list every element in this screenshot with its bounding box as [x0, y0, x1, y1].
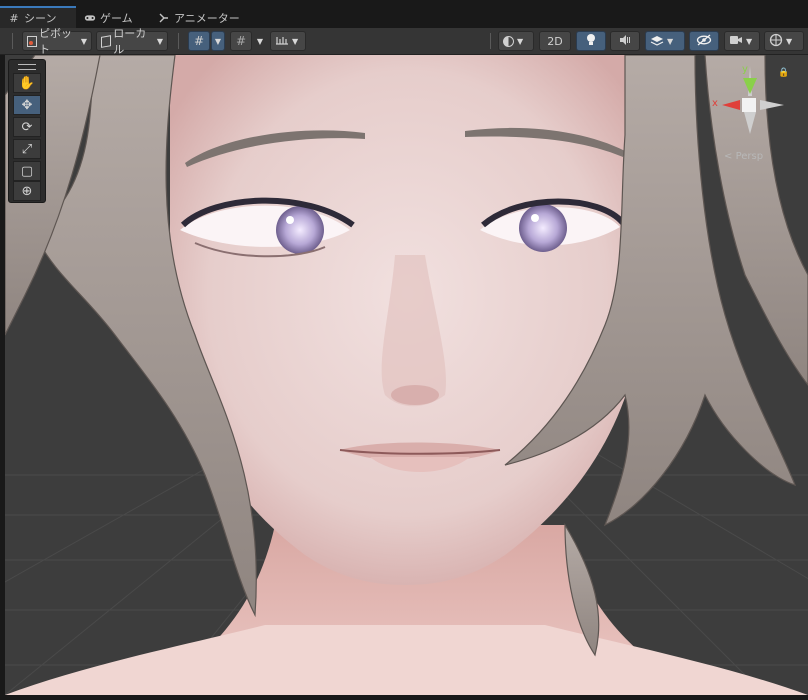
orientation-gizmo[interactable]: y x: [708, 56, 804, 156]
grid-snap-icon: #: [193, 34, 205, 48]
tab-label: シーン: [24, 12, 57, 25]
lightbulb-icon: [586, 33, 596, 49]
palette-drag-handle[interactable]: [18, 64, 36, 70]
local-dropdown[interactable]: ローカル ▼: [96, 27, 168, 56]
toolbar-separator: [178, 33, 179, 49]
perspective-icon: <: [724, 151, 733, 162]
local-label: ローカル: [113, 27, 147, 56]
chevron-down-icon: ▼: [746, 36, 753, 46]
chevron-down-icon: ▼: [214, 36, 222, 46]
lock-icon[interactable]: 🔒: [778, 68, 789, 78]
projection-label: Persp: [735, 151, 764, 162]
chevron-down-icon: ▼: [517, 36, 524, 46]
window-bottom-border: [0, 695, 808, 700]
camera-icon: [729, 35, 743, 48]
move-tool-icon: ✥: [21, 97, 33, 113]
effects-dropdown[interactable]: ▼: [645, 31, 685, 51]
rect-tool-icon: ▢: [20, 163, 34, 179]
increment-snap-toggle[interactable]: #: [230, 31, 252, 51]
pivot-label: ピボット: [38, 27, 72, 56]
tab-bar: # シーン ゲーム アニメーター: [0, 0, 808, 28]
rect-tool-button[interactable]: ▢: [13, 161, 41, 181]
shading-mode-icon: [503, 35, 514, 47]
scene-render: [5, 55, 808, 695]
grid-snap-toggle[interactable]: #: [188, 31, 210, 51]
camera-dropdown[interactable]: ▼: [724, 31, 760, 51]
transform-tool-button[interactable]: ⊕: [13, 181, 41, 201]
gizmos-dropdown[interactable]: ▼: [764, 31, 804, 51]
tab-label: アニメーター: [174, 12, 240, 25]
chevron-down-icon: ▼: [256, 36, 264, 46]
scale-tool-button[interactable]: ⤢: [13, 139, 41, 159]
unity-scene-window: # シーン ゲーム アニメーター ピボット ▼ ローカル ▼ # ▼ # ▼ ▼…: [0, 0, 808, 700]
pivot-icon: [27, 35, 37, 47]
gizmo-graphic: [722, 66, 784, 134]
2d-mode-button[interactable]: 2D: [539, 31, 571, 51]
audio-toggle[interactable]: [610, 31, 640, 51]
tab-animator[interactable]: アニメーター: [158, 8, 240, 28]
2d-mode-label: 2D: [547, 34, 563, 48]
ruler-dropdown[interactable]: ▼: [270, 31, 306, 51]
move-tool-button[interactable]: ✥: [13, 95, 41, 115]
gamepad-icon: [84, 12, 96, 24]
chevron-down-icon: ▼: [292, 36, 299, 46]
rotate-tool-icon: ⟳: [21, 119, 33, 135]
lighting-toggle[interactable]: [576, 31, 606, 51]
scene-visibility-toggle[interactable]: [689, 31, 719, 51]
chevron-down-icon: ▼: [786, 36, 793, 46]
rotate-tool-button[interactable]: ⟳: [13, 117, 41, 137]
tab-label: ゲーム: [100, 12, 133, 25]
grid-icon: #: [9, 11, 19, 25]
hand-tool-icon: ✋: [18, 75, 36, 91]
axis-y-label: y: [742, 64, 748, 75]
audio-muted-icon: [619, 34, 631, 49]
scene-viewport[interactable]: [5, 55, 808, 695]
cube-icon: [101, 34, 112, 48]
chevron-down-icon: ▼: [667, 36, 674, 46]
axis-x-label: x: [712, 98, 718, 109]
scene-toolbar: ピボット ▼ ローカル ▼ # ▼ # ▼ ▼ ▼ 2D ▼ ▼ ▼: [0, 27, 808, 56]
effects-layers-icon: [650, 34, 664, 49]
chevron-down-icon: ▼: [156, 36, 163, 46]
toolbar-separator: [12, 33, 13, 49]
projection-toggle[interactable]: < Persp: [724, 151, 763, 162]
increment-snap-dropdown[interactable]: ▼: [254, 31, 266, 51]
transform-tool-icon: ⊕: [21, 183, 33, 199]
tool-palette: ✋ ✥ ⟳ ⤢ ▢ ⊕: [8, 59, 46, 203]
pivot-dropdown[interactable]: ピボット ▼: [22, 27, 92, 56]
increment-snap-icon: #: [235, 34, 247, 48]
chevron-down-icon: ▼: [80, 36, 87, 46]
ruler-icon: [275, 34, 289, 49]
hand-tool-button[interactable]: ✋: [13, 73, 41, 93]
draw-mode-dropdown[interactable]: ▼: [498, 31, 534, 51]
eye-hidden-icon: [696, 34, 712, 49]
animator-icon: [158, 12, 170, 24]
grid-snap-dropdown[interactable]: ▼: [211, 31, 225, 51]
scale-tool-icon: ⤢: [21, 141, 33, 157]
gizmo-globe-icon: [769, 33, 783, 50]
toolbar-separator: [490, 33, 491, 49]
